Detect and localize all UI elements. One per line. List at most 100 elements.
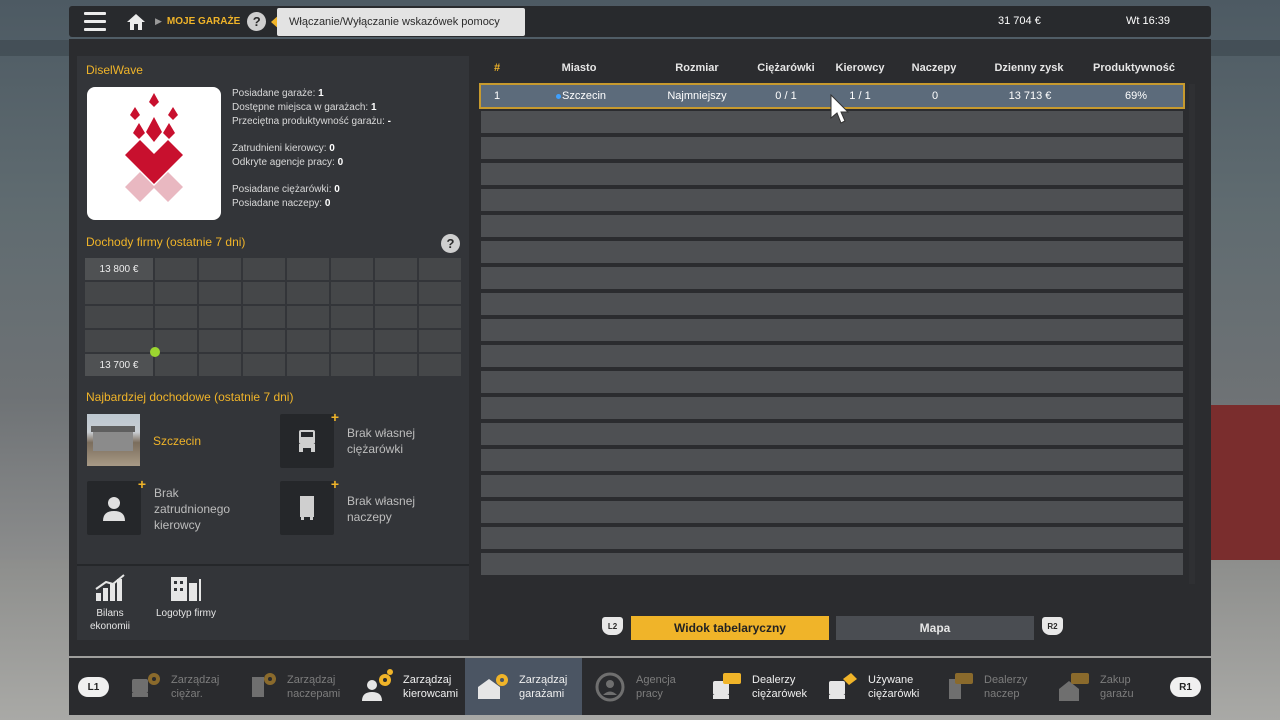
nav-label-line1: Zarządzaj bbox=[171, 673, 220, 686]
chart-y-min-label: 13 700 € bbox=[85, 354, 153, 376]
chart-grid-cell bbox=[375, 306, 417, 328]
truck-slot-tile[interactable]: + bbox=[280, 409, 339, 468]
chart-grid-cell bbox=[331, 258, 373, 280]
table-scrollbar[interactable] bbox=[1189, 84, 1195, 584]
no-trailer-label: Brak własnej naczepy bbox=[347, 494, 416, 524]
table-row-empty bbox=[481, 215, 1183, 237]
no-truck-label: Brak własnej ciężarówki bbox=[347, 426, 416, 456]
chart-grid-cell bbox=[287, 306, 329, 328]
chart-data-point bbox=[150, 347, 160, 357]
table-row-empty bbox=[481, 397, 1183, 419]
nav-truck-dealers[interactable]: Dealerzy ciężarówek bbox=[698, 658, 814, 715]
col-trucks[interactable]: Ciężarówki bbox=[757, 62, 814, 74]
map-view-button[interactable]: Mapa bbox=[836, 616, 1034, 640]
chart-grid-cell bbox=[199, 282, 241, 304]
nav-manage-trucks[interactable]: Zarządzaj ciężar. bbox=[117, 658, 233, 715]
panel-divider bbox=[77, 564, 469, 566]
garage-photo[interactable] bbox=[87, 414, 140, 466]
table-row-empty bbox=[481, 345, 1183, 367]
nav-manage-drivers[interactable]: Zarządzaj kierowcami bbox=[349, 658, 465, 715]
chart-grid-cell bbox=[375, 330, 417, 352]
chart-grid-cell bbox=[243, 354, 285, 376]
col-city[interactable]: Miasto bbox=[562, 62, 597, 74]
help-toggle-button[interactable]: ? bbox=[247, 12, 267, 31]
chart-grid-cell bbox=[199, 306, 241, 328]
col-daily-profit[interactable]: Dzienny zysk bbox=[994, 62, 1063, 74]
economy-balance-label: Bilans ekonomii bbox=[89, 608, 131, 632]
stat-garage-slots: Dostępne miejsca w garażach: 1 bbox=[232, 102, 377, 113]
table-row-empty bbox=[481, 319, 1183, 341]
chart-grid-cell bbox=[331, 354, 373, 376]
chart-grid-cell bbox=[243, 258, 285, 280]
driver-slot-tile[interactable]: + bbox=[87, 476, 146, 535]
agency-icon bbox=[595, 672, 625, 701]
person-icon bbox=[103, 497, 125, 521]
nav-used-trucks[interactable]: Używane ciężarówki bbox=[814, 658, 930, 715]
chart-grid-cell bbox=[287, 330, 329, 352]
cell-city: Szczecin bbox=[561, 90, 607, 102]
stat-trailers: Posiadane naczepy: 0 bbox=[232, 198, 331, 209]
page-title: MOJE GARAŻE bbox=[166, 16, 241, 27]
game-clock: Wt 16:39 bbox=[1126, 15, 1171, 27]
stat-agencies: Odkryte agencje pracy: 0 bbox=[232, 157, 344, 168]
mouse-cursor-icon bbox=[830, 94, 850, 124]
nav-manage-trailers[interactable]: Zarządzaj naczepami bbox=[233, 658, 349, 715]
col-productivity[interactable]: Produktywność bbox=[1093, 62, 1175, 74]
stat-garages: Posiadane garaże: 1 bbox=[232, 88, 324, 99]
nav-label-line1: Zarządzaj bbox=[287, 673, 336, 686]
table-row-empty bbox=[481, 527, 1183, 549]
trailer-slot-tile[interactable]: + bbox=[280, 476, 339, 535]
economy-balance-button[interactable]: Bilans ekonomii bbox=[77, 573, 143, 633]
table-row-empty bbox=[481, 293, 1183, 315]
home-icon[interactable] bbox=[126, 12, 146, 32]
chart-y-max-label: 13 800 € bbox=[85, 258, 153, 280]
col-size[interactable]: Rozmiar bbox=[675, 62, 718, 74]
chart-grid-cell bbox=[199, 354, 241, 376]
table-row-empty bbox=[481, 371, 1183, 393]
chart-grid-cell bbox=[243, 282, 285, 304]
income-help-button[interactable]: ? bbox=[441, 234, 460, 253]
nav-manage-garages[interactable]: Zarządzaj garażami bbox=[465, 658, 582, 715]
used-truck-icon bbox=[829, 672, 857, 699]
cell-number: 1 bbox=[493, 90, 501, 102]
nav-label-line2: garażami bbox=[519, 687, 565, 700]
top-garage-name[interactable]: Szczecin bbox=[153, 433, 201, 449]
income-title: Dochody firmy (ostatnie 7 dni) bbox=[86, 235, 246, 249]
chart-grid-cell bbox=[375, 258, 417, 280]
col-drivers[interactable]: Kierowcy bbox=[836, 62, 885, 74]
l2-button-hint: L2 bbox=[602, 617, 623, 635]
nav-recruitment-agency[interactable]: Agencja pracy bbox=[582, 658, 698, 715]
chart-grid-cell bbox=[155, 354, 197, 376]
nav-label-line2: naczep bbox=[984, 687, 1020, 700]
money-display: 31 704 € bbox=[998, 15, 1041, 27]
chart-grid-cell bbox=[419, 354, 461, 376]
chart-grid-cell bbox=[85, 306, 153, 328]
company-stats: Posiadane garaże: 1 Dostępne miejsca w g… bbox=[232, 87, 391, 211]
table-row-empty bbox=[481, 449, 1183, 471]
nav-trailer-dealers[interactable]: Dealerzy naczep bbox=[930, 658, 1046, 715]
table-header: # Miasto Rozmiar Ciężarówki Kierowcy Nac… bbox=[479, 60, 1184, 80]
garage-roof bbox=[91, 426, 135, 432]
nav-label-line1: Zarządzaj bbox=[403, 673, 452, 686]
l1-button-hint[interactable]: L1 bbox=[78, 677, 109, 697]
trailer-gear-icon bbox=[252, 672, 276, 697]
nav-label-line2: pracy bbox=[636, 687, 663, 700]
chart-grid-cell bbox=[243, 330, 285, 352]
table-row-empty bbox=[481, 475, 1183, 497]
menu-icon[interactable] bbox=[84, 6, 118, 37]
company-name: DiselWave bbox=[86, 63, 143, 77]
cell-productivity: 69% bbox=[1124, 90, 1148, 102]
chart-grid-cell bbox=[331, 282, 373, 304]
company-logo-button[interactable]: Logotyp firmy bbox=[153, 573, 219, 620]
garage-building bbox=[93, 431, 133, 451]
no-driver-label: Brak zatrudnionego kierowcy bbox=[154, 486, 231, 532]
nav-buy-garage[interactable]: Zakup garażu bbox=[1046, 658, 1162, 715]
stat-avg-productivity: Przeciętna produktywność garażu: - bbox=[232, 116, 391, 127]
col-number[interactable]: # bbox=[494, 62, 500, 74]
chart-grid-cell bbox=[199, 258, 241, 280]
col-trailers[interactable]: Naczepy bbox=[912, 62, 957, 74]
table-view-button[interactable]: Widok tabelaryczny bbox=[631, 616, 829, 640]
r1-button-hint[interactable]: R1 bbox=[1170, 677, 1201, 697]
nav-label-line2: ciężarówki bbox=[868, 687, 920, 700]
add-icon: + bbox=[137, 476, 146, 492]
